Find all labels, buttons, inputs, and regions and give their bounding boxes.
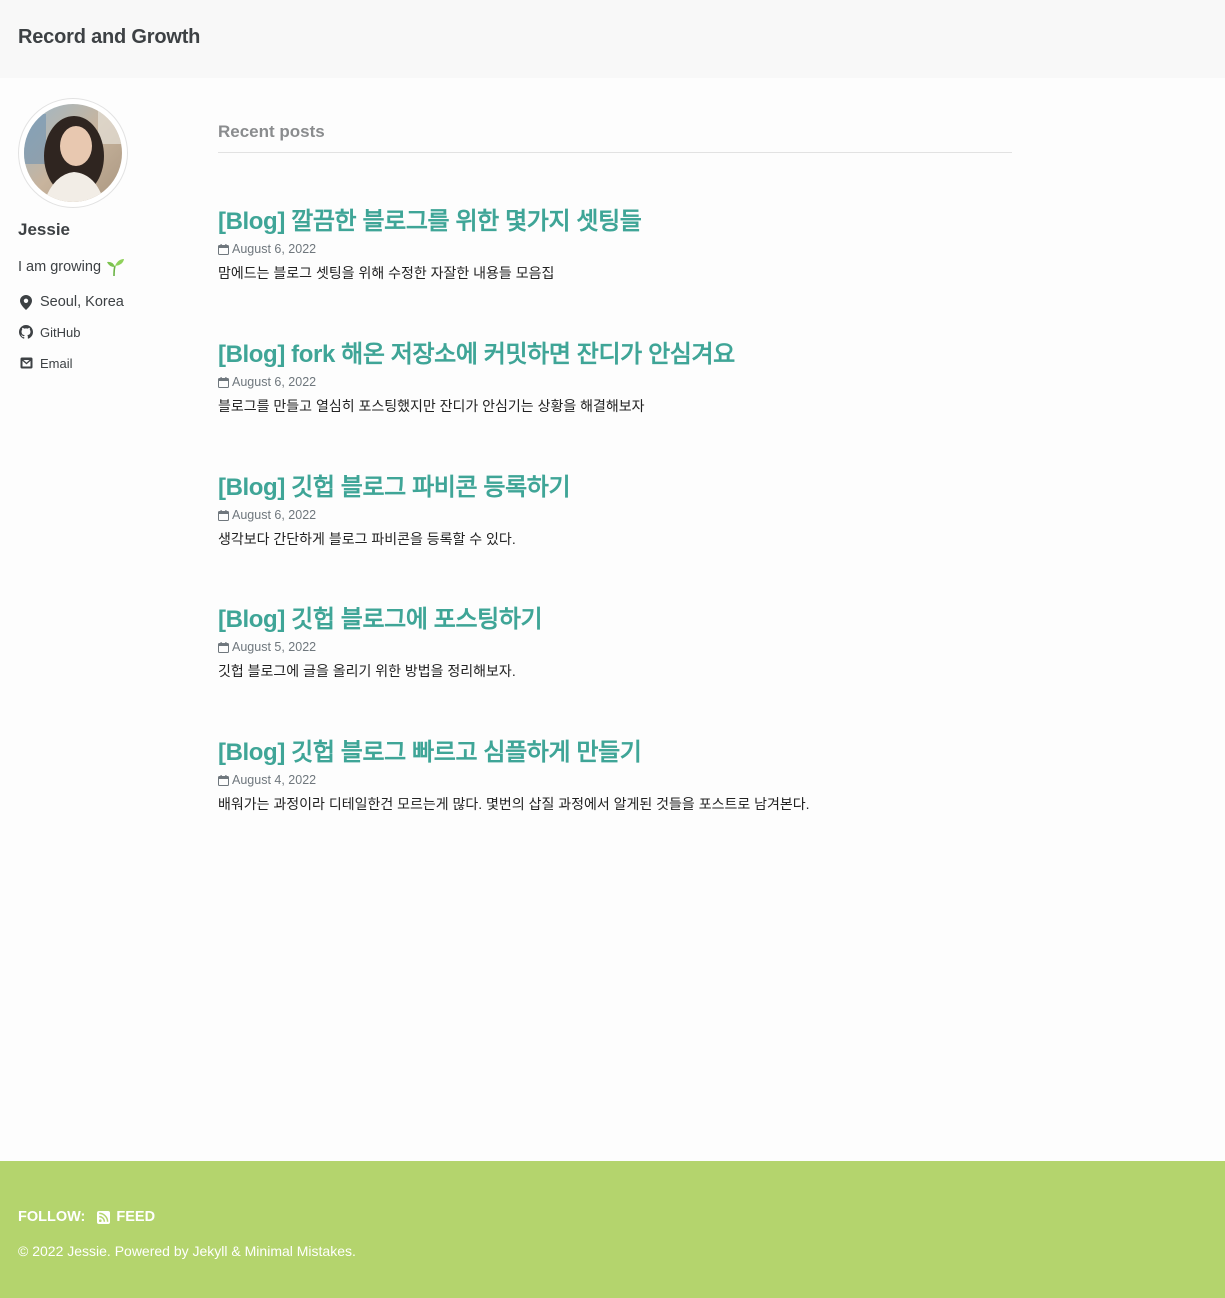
post-excerpt: 맘에드는 블로그 셋팅을 위해 수정한 자잘한 내용들 모음집 [218, 265, 555, 281]
author-name: Jessie [18, 220, 70, 239]
email-link-label: Email [40, 355, 73, 371]
envelope-icon [18, 355, 34, 371]
post-title-link[interactable]: [Blog] 깃헙 블로그 파비콘 등록하기 [218, 467, 1012, 502]
author-bio: I am growing [18, 257, 188, 277]
avatar [18, 98, 128, 208]
post-date-text: August 6, 2022 [232, 375, 317, 389]
post-date: August 6, 2022 [218, 375, 1012, 389]
calendar-icon [218, 243, 229, 255]
sprout-icon [105, 257, 125, 277]
post-excerpt: 블로그를 만들고 열심히 포스팅했지만 잔디가 안심기는 상황을 해결해보자 [218, 398, 645, 414]
author-sidebar: Jessie I am growing Seoul, Korea GitHub … [18, 98, 188, 373]
post-title-link[interactable]: [Blog] fork 해온 저장소에 커밋하면 잔디가 안심겨요 [218, 334, 1012, 369]
follow-label: FOLLOW: [18, 1209, 86, 1225]
author-links: Seoul, Korea GitHub Email [18, 291, 188, 373]
masthead: Record and Growth [0, 0, 1225, 78]
post-title-link[interactable]: [Blog] 깃헙 블로그에 포스팅하기 [218, 599, 1012, 634]
post-date-text: August 4, 2022 [232, 773, 317, 787]
post-date: August 5, 2022 [218, 640, 1012, 654]
github-link-label: GitHub [40, 324, 81, 340]
post-date-text: August 5, 2022 [232, 640, 317, 654]
list-item: [Blog] 깃헙 블로그 파비콘 등록하기 August 6, 2022 생각… [218, 467, 1012, 549]
page-footer: FOLLOW: FEED © 2022 Jessie. Powered by J… [0, 1161, 1225, 1298]
map-marker-icon [18, 294, 34, 310]
list-item: [Blog] fork 해온 저장소에 커밋하면 잔디가 안심겨요 August… [218, 334, 1012, 416]
post-date: August 4, 2022 [218, 773, 1012, 787]
github-link[interactable]: GitHub [18, 322, 188, 342]
author-location: Seoul, Korea [18, 291, 188, 313]
github-icon [18, 324, 34, 340]
calendar-icon [218, 774, 229, 786]
post-title-link[interactable]: [Blog] 깔끔한 블로그를 위한 몇가지 셋팅들 [218, 201, 1012, 236]
post-title-link[interactable]: [Blog] 깃헙 블로그 빠르고 심플하게 만들기 [218, 732, 1012, 767]
list-item: [Blog] 깃헙 블로그에 포스팅하기 August 5, 2022 깃헙 블… [218, 599, 1012, 681]
post-excerpt: 생각보다 간단하게 블로그 파비콘을 등록할 수 있다. [218, 531, 516, 547]
feed-link[interactable]: FEED [97, 1209, 155, 1225]
rss-icon [97, 1210, 111, 1224]
post-date-text: August 6, 2022 [232, 242, 317, 256]
post-date: August 6, 2022 [218, 508, 1012, 522]
post-date-text: August 6, 2022 [232, 508, 317, 522]
site-title-link[interactable]: Record and Growth [18, 26, 200, 49]
main-content: Recent posts [Blog] 깔끔한 블로그를 위한 몇가지 셋팅들 … [218, 122, 1012, 812]
calendar-icon [218, 376, 229, 388]
list-item: [Blog] 깔끔한 블로그를 위한 몇가지 셋팅들 August 6, 202… [218, 201, 1012, 283]
email-link[interactable]: Email [18, 353, 188, 373]
section-title: Recent posts [218, 122, 1012, 153]
author-bio-text: I am growing [18, 259, 102, 275]
feed-label: FEED [116, 1209, 156, 1225]
copyright: © 2022 Jessie. Powered by Jekyll & Minim… [18, 1243, 356, 1259]
calendar-icon [218, 509, 229, 521]
list-item: [Blog] 깃헙 블로그 빠르고 심플하게 만들기 August 4, 202… [218, 732, 1012, 814]
post-date: August 6, 2022 [218, 242, 1012, 256]
post-excerpt: 깃헙 블로그에 글을 올리기 위한 방법을 정리해보자. [218, 663, 516, 679]
post-excerpt: 배워가는 과정이라 디테일한건 모르는게 많다. 몇번의 삽질 과정에서 알게된… [218, 796, 810, 812]
follow-bar: FOLLOW: FEED [18, 1209, 155, 1225]
calendar-icon [218, 641, 229, 653]
avatar-image [24, 104, 122, 202]
author-location-text: Seoul, Korea [40, 294, 124, 310]
